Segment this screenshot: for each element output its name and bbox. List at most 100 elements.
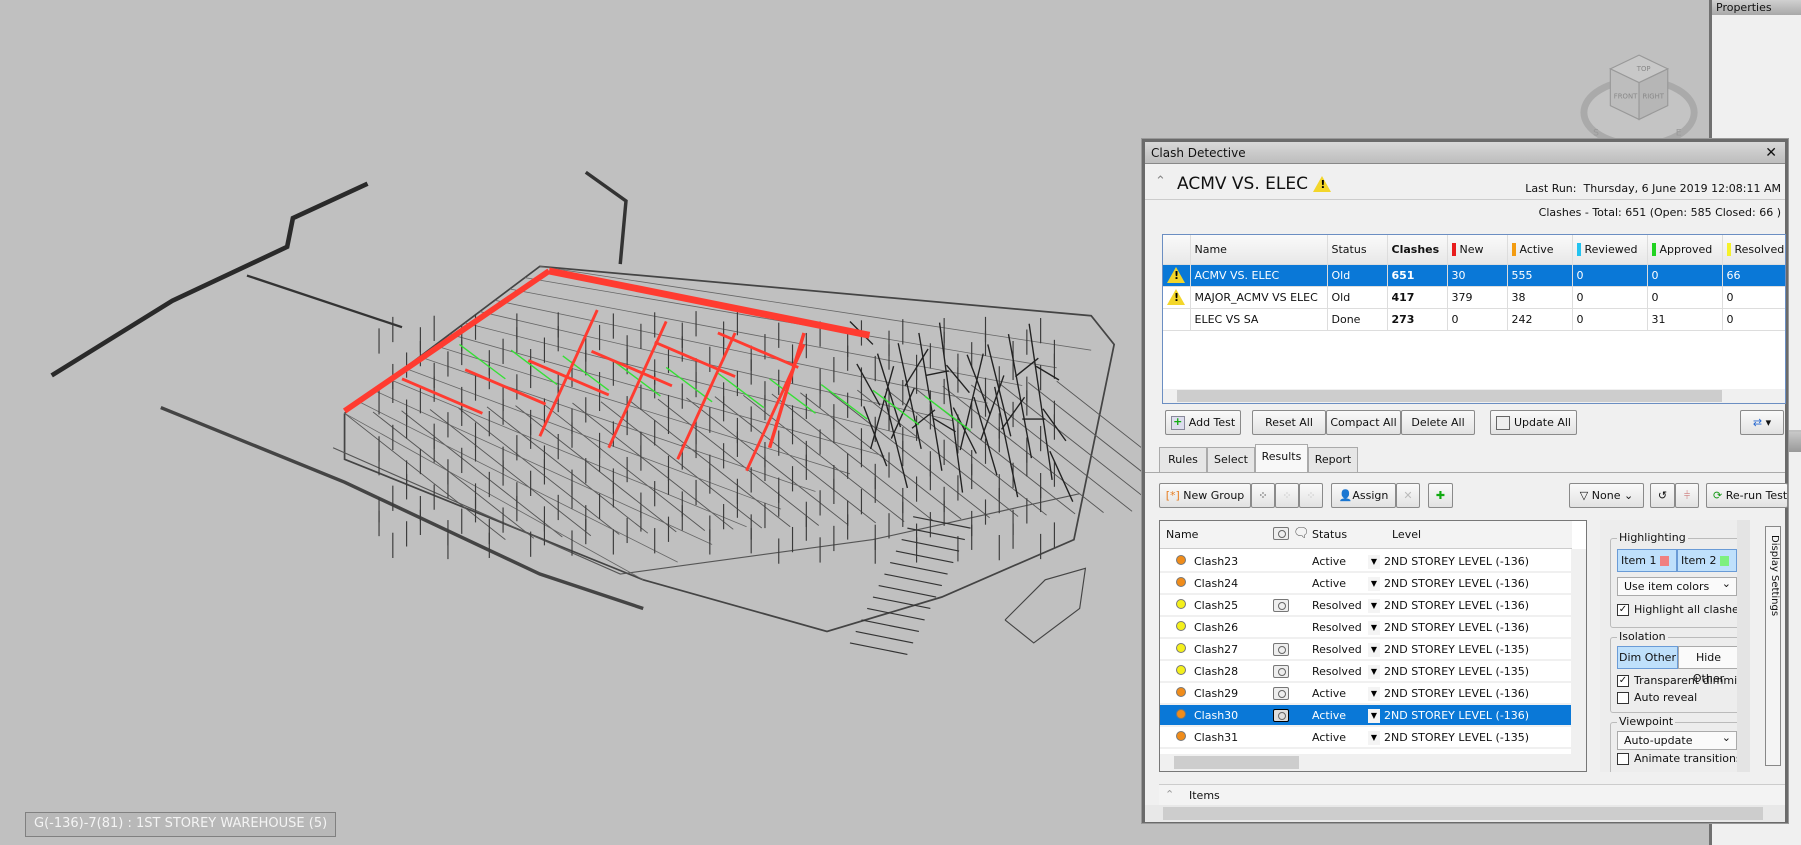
- model-clash-red: [717, 331, 799, 369]
- item2-color-swatch: [1720, 556, 1730, 566]
- col-level[interactable]: Level: [1392, 528, 1421, 541]
- test-row[interactable]: MAJOR_ACMV VS ELECOld41737938000: [1163, 286, 1785, 309]
- status-dropdown-icon[interactable]: ▼: [1368, 621, 1380, 635]
- tests-col-clashes[interactable]: Clashes: [1387, 235, 1448, 265]
- auto-reveal-checkbox[interactable]: Auto reveal: [1617, 691, 1697, 704]
- viewcube-front-label: FRONT: [1614, 93, 1638, 101]
- compact-all-button[interactable]: Compact All: [1326, 410, 1401, 435]
- add-test-button[interactable]: + Add Test: [1165, 410, 1241, 435]
- new-group-button[interactable]: [*] New Group: [1159, 483, 1251, 508]
- clash-detective-titlebar[interactable]: Clash Detective ✕: [1145, 142, 1785, 164]
- model-beam: [572, 402, 734, 530]
- test-cell-name: MAJOR_ACMV VS ELEC: [1190, 286, 1328, 309]
- clash-row[interactable]: Clash24 Active ▼ 2ND STOREY LEVEL (-136): [1160, 573, 1572, 595]
- tab-results[interactable]: Results: [1255, 444, 1308, 473]
- model-clash-green: [459, 343, 506, 380]
- refresh-icon: ⟳: [1713, 489, 1723, 502]
- model-dome: [1004, 567, 1087, 644]
- remove-from-group-icon-button[interactable]: ⁘: [1299, 483, 1323, 508]
- last-run-value: Thursday, 6 June 2019 12:08:11 AM: [1583, 182, 1782, 195]
- viewpoint-mode-select[interactable]: Auto-update: [1617, 729, 1737, 750]
- model-duct: [869, 366, 895, 450]
- highlight-all-checkbox[interactable]: ✓ Highlight all clashes: [1617, 603, 1745, 616]
- status-dropdown-icon[interactable]: ▼: [1368, 577, 1380, 591]
- tab-select[interactable]: Select: [1207, 447, 1255, 472]
- model-stair: [913, 516, 971, 529]
- status-dropdown-icon[interactable]: ▼: [1368, 643, 1380, 657]
- status-dropdown-icon[interactable]: ▼: [1368, 599, 1380, 613]
- export-icon: ⇄: [1752, 416, 1763, 429]
- clash-row[interactable]: Clash31 Active ▼ 2ND STOREY LEVEL (-135): [1160, 727, 1572, 749]
- status-dropdown-icon[interactable]: ▼: [1368, 709, 1380, 723]
- test-row[interactable]: ACMV VS. ELECOld651305550066: [1163, 264, 1785, 287]
- status-dot-icon: [1176, 599, 1186, 609]
- last-run: Last Run: Thursday, 6 June 2019 12:08:11…: [1525, 182, 1781, 195]
- settings-scrollbar[interactable]: [1737, 520, 1750, 772]
- results-horizontal-scrollbar[interactable]: [1160, 754, 1586, 771]
- highlight-mode-select[interactable]: Use item colors: [1617, 575, 1737, 596]
- model-clash-red: [464, 368, 547, 406]
- tab-report[interactable]: Report: [1308, 447, 1358, 472]
- tests-col-status[interactable]: Status: [1327, 235, 1388, 265]
- close-icon[interactable]: ✕: [1765, 142, 1777, 164]
- viewcube[interactable]: TOP FRONT RIGHT S E: [1580, 54, 1698, 149]
- tests-col-name[interactable]: Name: [1190, 235, 1328, 265]
- model-clash-red: [527, 359, 610, 397]
- clash-row[interactable]: Clash29 Active ▼ 2ND STOREY LEVEL (-136): [1160, 683, 1572, 705]
- status-dropdown-icon[interactable]: ▼: [1368, 555, 1380, 569]
- clash-row[interactable]: Clash25 Resolved ▼ 2ND STOREY LEVEL (-13…: [1160, 595, 1572, 617]
- add-comment-icon-button[interactable]: ✚: [1428, 483, 1453, 508]
- expand-chevron-icon[interactable]: ⌃: [1165, 788, 1174, 801]
- dim-other-button[interactable]: Dim Other: [1617, 646, 1678, 669]
- assign-button[interactable]: 👤Assign: [1331, 483, 1396, 508]
- test-row[interactable]: ELEC VS SA Done 273 0 242 0 31 0: [1163, 308, 1785, 331]
- item1-toggle[interactable]: Item 1: [1617, 549, 1677, 572]
- clash-status: Active: [1312, 577, 1347, 590]
- status-dot-icon: [1176, 555, 1186, 565]
- tests-col-approved[interactable]: Approved: [1647, 235, 1723, 265]
- tab-rules[interactable]: Rules: [1159, 447, 1207, 472]
- model-beam: [464, 322, 919, 439]
- test-cell-name: ELEC VS SA: [1190, 308, 1328, 331]
- clash-row[interactable]: Clash28 Resolved ▼ 2ND STOREY LEVEL (-13…: [1160, 661, 1572, 683]
- add-to-group-icon-button[interactable]: ⁘: [1275, 483, 1299, 508]
- update-all-button[interactable]: Update All: [1490, 410, 1577, 435]
- tests-col-active[interactable]: Active: [1507, 235, 1573, 265]
- clash-level: 2ND STOREY LEVEL (-136): [1384, 555, 1530, 568]
- tests-col-reviewed[interactable]: Reviewed: [1572, 235, 1648, 265]
- status-dropdown-icon[interactable]: ▼: [1368, 731, 1380, 745]
- col-status[interactable]: Status: [1312, 528, 1347, 541]
- tests-col-new[interactable]: New: [1447, 235, 1508, 265]
- clash-row[interactable]: Clash30 Active ▼ 2ND STOREY LEVEL (-136): [1160, 705, 1572, 727]
- clash-row[interactable]: Clash23 Active ▼ 2ND STOREY LEVEL (-136): [1160, 551, 1572, 573]
- clash-row[interactable]: Clash27 Resolved ▼ 2ND STOREY LEVEL (-13…: [1160, 639, 1572, 661]
- unassign-icon-button[interactable]: ✕: [1396, 483, 1420, 508]
- group-icon-button[interactable]: ⁘: [1251, 483, 1275, 508]
- model-stair: [884, 573, 942, 587]
- status-dropdown-icon[interactable]: ▼: [1368, 687, 1380, 701]
- filter-dropdown[interactable]: ▽ None ⌄: [1569, 483, 1644, 508]
- transparent-dimming-checkbox[interactable]: ✓ Transparent dimming: [1617, 674, 1750, 687]
- display-settings-tab[interactable]: Display Settings: [1765, 526, 1781, 766]
- delete-all-button[interactable]: Delete All: [1401, 410, 1475, 435]
- animate-transitions-checkbox[interactable]: Animate transitions: [1617, 752, 1742, 765]
- reset-view-icon-button[interactable]: ↺: [1650, 483, 1675, 508]
- tests-horizontal-scrollbar[interactable]: [1163, 389, 1785, 403]
- item2-label: Item 2: [1680, 554, 1717, 567]
- clash-name: Clash28: [1194, 665, 1239, 678]
- export-dropdown-button[interactable]: ⇄ ▾: [1740, 410, 1784, 435]
- items-panel-bar[interactable]: ⌃ Items: [1159, 784, 1785, 805]
- item2-toggle[interactable]: Item 2: [1677, 549, 1737, 572]
- explode-icon-button[interactable]: ⫩: [1675, 483, 1699, 508]
- rerun-test-button[interactable]: ⟳ Re-run Test: [1706, 483, 1788, 508]
- results-vertical-scrollbar[interactable]: [1571, 549, 1586, 755]
- collapse-chevron-icon[interactable]: ⌃: [1155, 174, 1166, 189]
- reset-all-button[interactable]: Reset All: [1252, 410, 1326, 435]
- animate-transitions-label: Animate transitions: [1634, 752, 1742, 765]
- status-dropdown-icon[interactable]: ▼: [1368, 665, 1380, 679]
- hide-other-button[interactable]: Hide Other: [1678, 646, 1739, 685]
- tests-col-resolved[interactable]: Resolved: [1722, 235, 1785, 265]
- window-horizontal-scrollbar[interactable]: [1145, 805, 1785, 822]
- col-name[interactable]: Name: [1166, 528, 1198, 541]
- clash-row[interactable]: Clash26 Resolved ▼ 2ND STOREY LEVEL (-13…: [1160, 617, 1572, 639]
